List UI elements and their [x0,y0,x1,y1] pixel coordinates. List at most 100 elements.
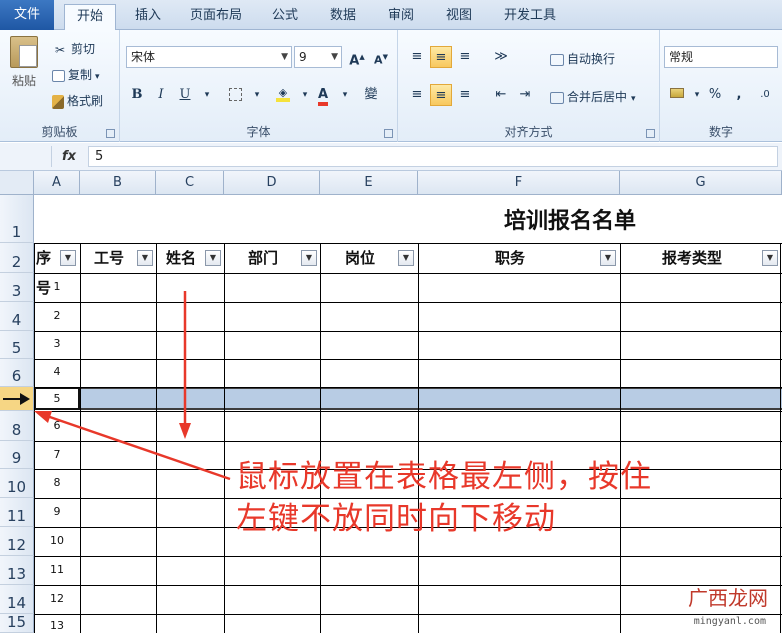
align-left-button[interactable]: ≡ [406,84,428,106]
clipboard-launcher[interactable] [106,129,115,138]
row-header-12[interactable]: 12 [0,527,34,556]
copy-icon [52,69,65,82]
row-header-3[interactable]: 3 [0,273,34,302]
down-arrow-head [179,423,191,439]
accounting-format-button[interactable] [666,84,688,106]
seq-cell: 13 [50,619,64,632]
tab-review[interactable]: 审阅 [378,4,424,30]
indent-decrease-icon: ⇤ [495,87,507,102]
row-header-13[interactable]: 13 [0,556,34,585]
fill-color-button[interactable]: ◈ [272,84,294,106]
comma-button[interactable]: , [728,84,750,106]
paste-button[interactable]: 粘贴 [6,36,42,89]
tab-formulas[interactable]: 公式 [262,4,308,30]
row-header-6[interactable]: 6 [0,359,34,387]
wrap-text-label: 自动换行 [567,52,616,66]
row-header-1[interactable]: 1 [0,195,34,243]
underline-button[interactable]: U [174,84,196,106]
tab-developer[interactable]: 开发工具 [494,4,566,30]
column-header-a[interactable]: A [34,171,80,195]
increase-indent-button[interactable]: ⇥ [514,84,536,106]
align-middle-button[interactable]: ≡ [430,46,452,68]
move-cursor-icon [3,393,30,405]
worksheet-grid[interactable]: A B C D E F G 1 2 3 4 5 6 8 9 10 11 12 1… [0,171,782,633]
annotation-line-1: 鼠标放置在表格最左侧，按住 [236,459,652,495]
font-launcher[interactable] [384,129,393,138]
alignment-group-label: 对齐方式 [504,125,553,139]
filter-dropdown-post[interactable]: ▼ [398,250,414,266]
font-color-button[interactable]: A [312,84,334,106]
font-color-dropdown[interactable]: ▾ [334,84,356,106]
tab-file[interactable]: 文件 [0,0,54,30]
align-bottom-button[interactable]: ≡ [454,46,476,68]
row-header-10[interactable]: 10 [0,469,34,498]
row-number: 9 [11,449,22,467]
column-header-g[interactable]: G [620,171,782,195]
shrink-font-button[interactable]: A▼ [370,46,392,68]
select-all-corner[interactable] [0,171,34,195]
copy-button[interactable]: 复制 ▾ [52,66,100,83]
insert-function-button[interactable]: fx [62,149,76,164]
align-top-button[interactable]: ≡ [406,46,428,68]
table-border [34,614,782,615]
formula-input[interactable]: 5 [88,146,778,167]
tab-page-layout[interactable]: 页面布局 [180,4,252,30]
align-top-icon: ≡ [411,49,423,64]
tab-data[interactable]: 数据 [320,4,366,30]
filter-dropdown-exam-type[interactable]: ▼ [762,250,778,266]
underline-dropdown[interactable]: ▾ [196,84,218,106]
filter-dropdown-position[interactable]: ▼ [600,250,616,266]
row-header-5[interactable]: 5 [0,331,34,359]
name-box[interactable] [2,146,52,167]
number-format-select[interactable]: 常规 [664,46,778,68]
decrease-indent-button[interactable]: ⇤ [490,84,512,106]
row-header-15[interactable]: 15 [0,613,34,633]
border-dropdown[interactable]: ▾ [246,84,268,106]
align-right-button[interactable]: ≡ [454,84,476,106]
number-format-value: 常规 [669,50,694,64]
clipboard-group-label: 剪贴板 [41,125,78,139]
align-center-button[interactable]: ≡ [430,84,452,106]
bold-button[interactable]: B [126,84,148,106]
tab-home[interactable]: 开始 [64,4,116,31]
tab-insert[interactable]: 插入 [126,4,170,30]
increase-decimal-button[interactable]: .0 [754,84,776,106]
wrap-text-button[interactable]: 自动换行 [550,50,615,67]
phonetic-button[interactable]: 變 [360,84,382,106]
filter-dropdown-name[interactable]: ▼ [205,250,221,266]
tab-view[interactable]: 视图 [436,4,482,30]
italic-button[interactable]: I [150,84,172,106]
row-header-11[interactable]: 11 [0,498,34,527]
percent-button[interactable]: % [704,84,726,106]
row-header-2[interactable]: 2 [0,243,34,273]
row-number: 6 [11,367,22,385]
format-painter-button[interactable]: 格式刷 [52,92,103,109]
column-header-e[interactable]: E [320,171,418,195]
row-header-8[interactable]: 8 [0,411,34,441]
alignment-launcher[interactable] [646,129,655,138]
row-header-7[interactable] [0,387,34,411]
column-header-d[interactable]: D [224,171,320,195]
row-header-4[interactable]: 4 [0,302,34,331]
row-number: 5 [11,339,22,357]
filter-dropdown-department[interactable]: ▼ [301,250,317,266]
format-painter-label: 格式刷 [67,94,104,108]
table-border [34,411,782,412]
merge-center-button[interactable]: 合并后居中 ▾ [550,88,636,105]
font-size-select[interactable]: 9 ▼ [294,46,342,68]
filter-dropdown-seq[interactable]: ▼ [60,250,76,266]
seq-cell: 1 [53,280,61,293]
column-header-c[interactable]: C [156,171,224,195]
orientation-button[interactable]: ≫ [490,46,512,68]
grow-font-button[interactable]: A▲ [346,46,368,68]
table-border [34,441,782,442]
border-button[interactable] [224,84,246,106]
column-header-b[interactable]: B [80,171,156,195]
selected-row[interactable] [34,387,782,410]
row-header-9[interactable]: 9 [0,441,34,469]
cut-button[interactable]: ✂ 剪切 [52,40,95,57]
column-header-f[interactable]: F [418,171,620,195]
row-header-14[interactable]: 14 [0,585,34,614]
filter-dropdown-emp-id[interactable]: ▼ [137,250,153,266]
font-name-select[interactable]: 宋体 ▼ [126,46,292,68]
